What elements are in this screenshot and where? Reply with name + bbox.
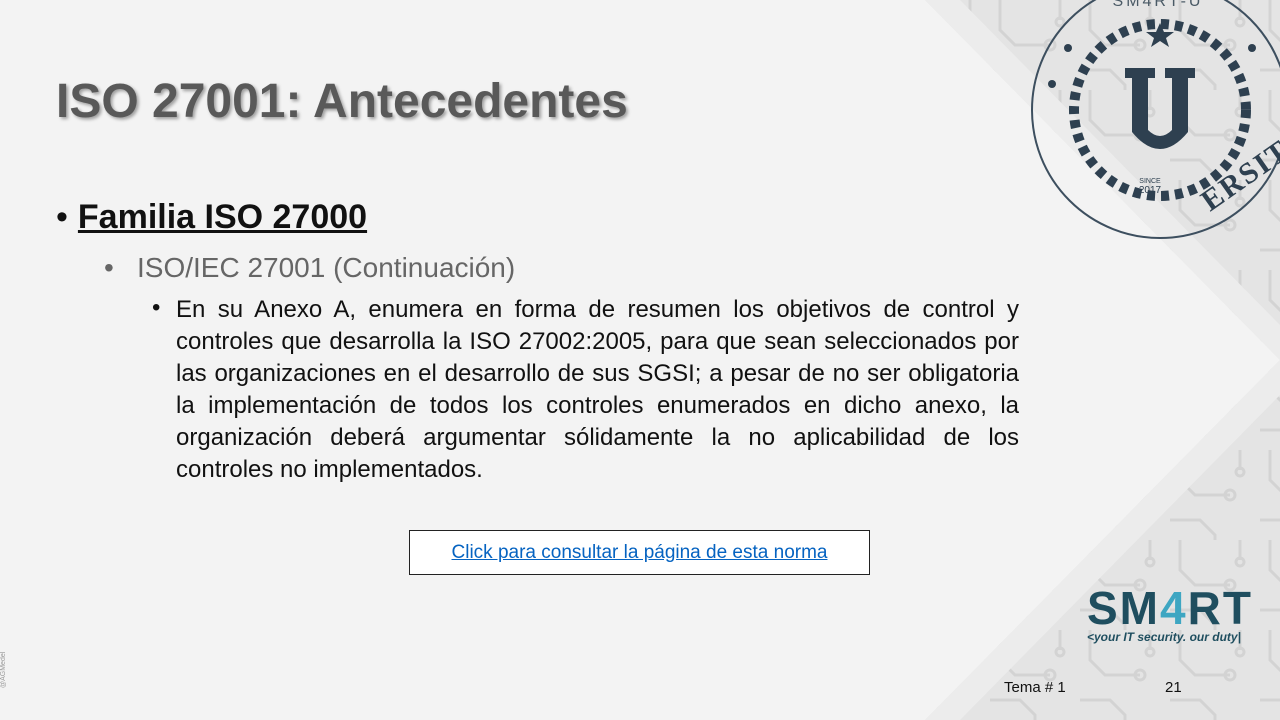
- bullet-marker: •: [56, 198, 68, 236]
- smart-wordmark: SM4RT: [1087, 582, 1253, 634]
- bullet-marker: •: [152, 294, 161, 321]
- bullet-level-2-text: ISO/IEC 27001 (Continuación): [137, 252, 516, 283]
- smart-tagline: <your IT security. our duty|: [1087, 630, 1241, 644]
- bullet-level-2: • ISO/IEC 27001 (Continuación): [104, 252, 515, 284]
- bullet-marker: •: [104, 252, 114, 283]
- author-credit: @AGMedel: [0, 651, 7, 688]
- svg-text:SINCE: SINCE: [1139, 178, 1161, 185]
- footer-topic: Tema # 1: [1004, 679, 1066, 696]
- smart-logo: SM4RT <your IT security. our duty|: [1087, 584, 1253, 644]
- bullet-level-3-text: En su Anexo A, enumera en forma de resum…: [176, 296, 1019, 483]
- slide: SINCE 2017 SM4RT-U ERSITY ISO 27001: Ant…: [0, 0, 1280, 720]
- svg-text:ERSITY: ERSITY: [1195, 120, 1280, 218]
- slide-title: ISO 27001: Antecedentes: [56, 75, 628, 128]
- bullet-level-1-text: Familia ISO 27000: [77, 198, 368, 236]
- norm-link-box: Click para consultar la página de esta n…: [409, 530, 870, 575]
- svg-text:2017: 2017: [1139, 185, 1162, 196]
- svg-text:SM4RT-U: SM4RT-U: [1113, 0, 1204, 10]
- slide-number: 21: [1165, 679, 1182, 696]
- bullet-level-1: • Familia ISO 27000: [56, 198, 367, 237]
- norm-page-link[interactable]: Click para consultar la página de esta n…: [452, 542, 828, 564]
- smart-university-badge-icon: SINCE 2017 SM4RT-U ERSITY: [1031, 0, 1280, 239]
